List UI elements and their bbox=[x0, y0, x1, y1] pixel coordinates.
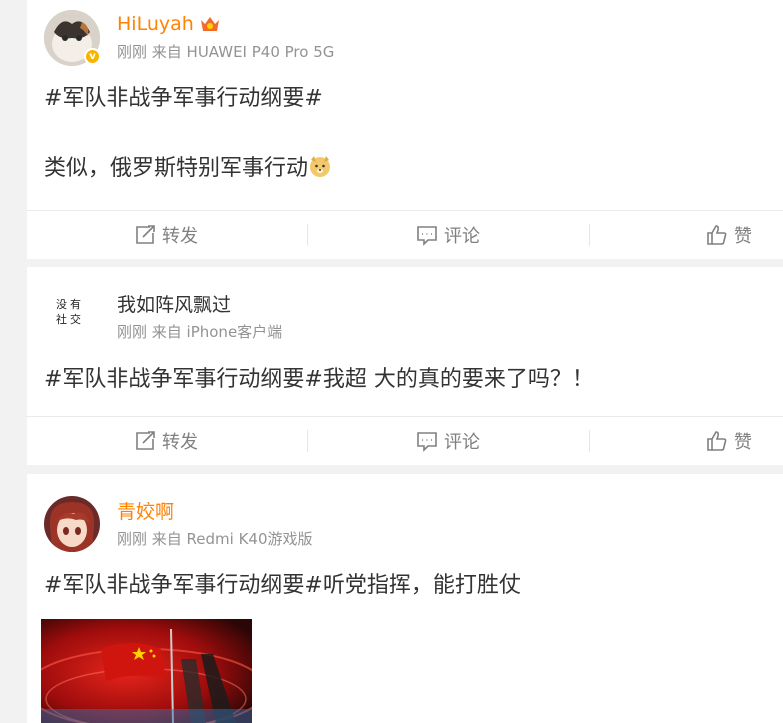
post-meta: 刚刚 来自 iPhone客户端 bbox=[117, 323, 283, 341]
divider bbox=[589, 430, 590, 452]
like-label: 赞 bbox=[734, 432, 752, 453]
divider bbox=[307, 224, 308, 246]
like-button[interactable]: 赞 bbox=[706, 417, 752, 465]
comment-button[interactable]: 评论 bbox=[416, 211, 480, 259]
post-text-line2: 类似，俄罗斯特别军事行动 bbox=[44, 154, 332, 187]
comment-icon bbox=[417, 432, 437, 452]
comment-label: 评论 bbox=[444, 432, 480, 453]
post-text-line2-content: 类似，俄罗斯特别军事行动 bbox=[44, 156, 309, 181]
repost-button[interactable]: 转发 bbox=[134, 417, 198, 465]
like-button[interactable]: 赞 bbox=[706, 211, 752, 259]
username[interactable]: 青姣啊 bbox=[117, 500, 174, 524]
vip-crown-icon bbox=[199, 14, 221, 34]
repost-label: 转发 bbox=[162, 432, 198, 453]
comment-label: 评论 bbox=[444, 226, 480, 247]
username[interactable]: HiLuyah bbox=[117, 12, 194, 36]
like-icon bbox=[707, 225, 727, 245]
avatar-wo-ru-zhen-feng[interactable]: 没有社交 bbox=[44, 284, 100, 340]
doge-emoji-icon bbox=[308, 154, 332, 187]
verified-badge-icon: v bbox=[84, 48, 101, 65]
post-text: #军队非战争军事行动纲要#听党指挥，能打胜仗 bbox=[44, 573, 521, 598]
post-meta: 刚刚 来自 HUAWEI P40 Pro 5G bbox=[117, 43, 335, 61]
avatar-text: 没有社交 bbox=[56, 298, 84, 326]
action-bar: 转发 评论 赞 bbox=[27, 210, 783, 259]
like-label: 赞 bbox=[734, 226, 752, 247]
divider bbox=[589, 224, 590, 246]
username[interactable]: 我如阵风飘过 bbox=[117, 293, 231, 317]
divider bbox=[307, 430, 308, 452]
repost-icon bbox=[136, 431, 155, 450]
post-text: #军队非战争军事行动纲要#我超 大的真的要来了吗？！ bbox=[44, 367, 594, 392]
repost-icon bbox=[136, 225, 155, 244]
feed-card-1: v HiLuyah 刚刚 来自 HUAWEI P40 Pro 5G #军队非战争… bbox=[27, 0, 783, 259]
post-meta: 刚刚 来自 Redmi K40游戏版 bbox=[117, 530, 313, 548]
action-bar: 转发 评论 赞 bbox=[27, 416, 783, 465]
comment-button[interactable]: 评论 bbox=[416, 417, 480, 465]
repost-label: 转发 bbox=[162, 226, 198, 247]
repost-button[interactable]: 转发 bbox=[134, 211, 198, 259]
post-image[interactable] bbox=[41, 619, 252, 723]
like-icon bbox=[707, 431, 727, 451]
avatar-qing-jiao-a[interactable] bbox=[44, 496, 100, 552]
feed-card-2: 没有社交 我如阵风飘过 刚刚 来自 iPhone客户端 #军队非战争军事行动纲要… bbox=[27, 267, 783, 465]
feed-card-3: 青姣啊 刚刚 来自 Redmi K40游戏版 #军队非战争军事行动纲要#听党指挥… bbox=[27, 474, 783, 723]
post-text-line1: #军队非战争军事行动纲要# bbox=[44, 86, 323, 111]
comment-icon bbox=[417, 226, 437, 246]
